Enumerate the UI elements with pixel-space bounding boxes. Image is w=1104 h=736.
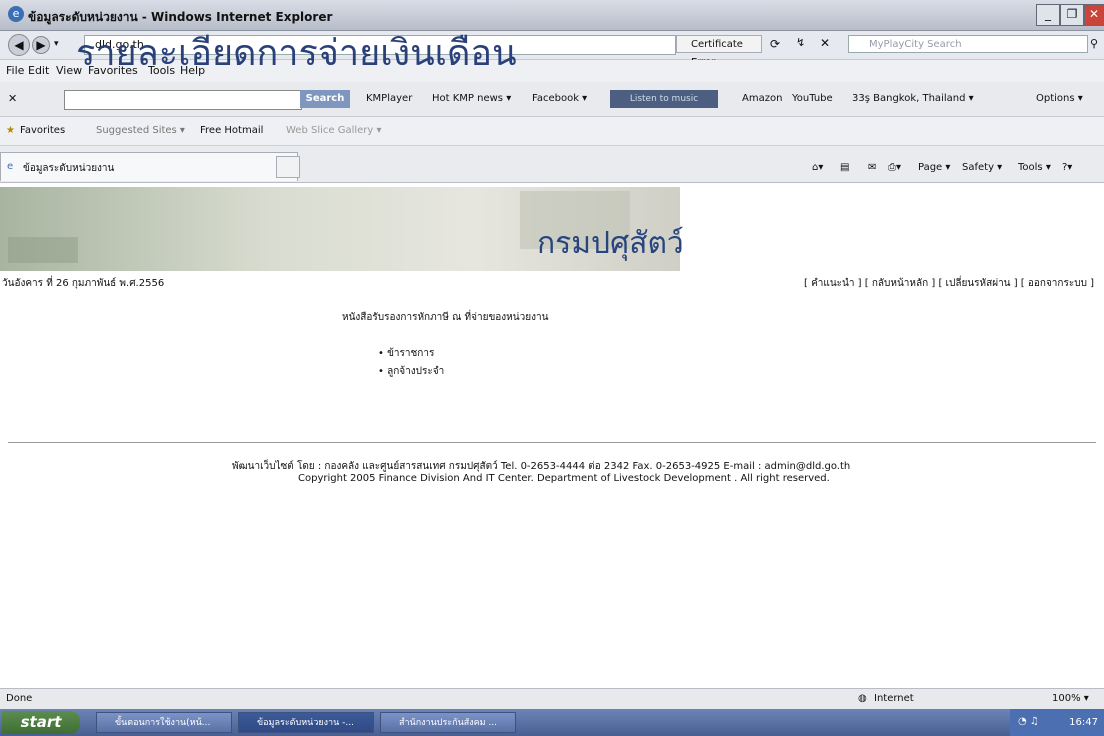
back-button[interactable]: ◀ <box>8 34 30 56</box>
link-logout[interactable]: [ ออกจากระบบ ] <box>1021 278 1094 289</box>
chevron-down-icon[interactable]: ▾ <box>54 39 59 49</box>
suggested-sites-link[interactable]: Suggested Sites ▾ <box>96 125 185 136</box>
mail-icon[interactable]: ✉ <box>868 162 876 173</box>
amazon-link[interactable]: Amazon <box>742 93 782 104</box>
banner-title: รายละเอียดการจ่ายเงินเดือน <box>76 33 517 74</box>
taskbar-item[interactable]: ขั้นตอนการใช้งาน(หน้... <box>96 712 232 733</box>
print-icon[interactable]: ⎙▾ <box>888 162 901 173</box>
toolbar-search-button[interactable]: Search <box>300 90 350 108</box>
web-slice-gallery-link[interactable]: Web Slice Gallery ▾ <box>286 125 382 136</box>
ie-logo-icon: e <box>8 6 24 22</box>
page-icon: e <box>7 161 14 172</box>
taskbar-item[interactable]: สำนักงานประกันสังคม ... <box>380 712 516 733</box>
tab-label: ข้อมูลระดับหน่วยงาน <box>23 163 115 174</box>
menu-list: • ข้าราชการ • ลูกจ้างประจำ <box>378 346 444 382</box>
section-heading: หนังสือรับรองการหักภาษี ณ ที่จ่ายของหน่ว… <box>342 312 549 323</box>
help-icon[interactable]: ?▾ <box>1062 162 1072 173</box>
search-input[interactable]: MyPlayCity Search <box>848 35 1088 53</box>
list-item-permanent-employee[interactable]: ลูกจ้างประจำ <box>387 366 444 377</box>
status-bar: Done ◍ Internet 100% ▾ <box>0 688 1104 709</box>
taskbar: start ขั้นตอนการใช้งาน(หน้... ข้อมูลระดั… <box>0 709 1104 736</box>
close-button[interactable]: ✕ <box>1084 4 1104 26</box>
system-tray: ◔ ♫ 16:47 <box>1010 709 1104 736</box>
minimize-button[interactable]: _ <box>1036 4 1060 26</box>
footer-contact: พัฒนาเว็บไซต์ โดย : กองคลัง และศูนย์สารส… <box>232 461 851 472</box>
list-item-civil-servant[interactable]: ข้าราชการ <box>387 348 434 359</box>
search-icon[interactable]: ⚲ <box>1090 37 1098 50</box>
youtube-link[interactable]: YouTube <box>792 93 833 104</box>
safety-menu[interactable]: Safety ▾ <box>962 162 1002 173</box>
zoom-control[interactable]: 100% ▾ <box>1052 693 1089 704</box>
listen-music-button[interactable]: Listen to music <box>610 90 718 108</box>
favorites-bar: ★ Favorites Suggested Sites ▾ Free Hotma… <box>0 117 1104 146</box>
home-icon[interactable]: ⌂▾ <box>812 162 823 173</box>
link-change-password[interactable]: [ เปลี่ยนรหัสผ่าน ] <box>938 278 1017 289</box>
menu-edit[interactable]: Edit <box>28 64 49 77</box>
toolbar-search-input[interactable] <box>64 90 302 110</box>
current-date: วันอังคาร ที่ 26 กุมภาพันธ์ พ.ศ.2556 <box>2 278 165 289</box>
tab-bar: e ข้อมูลระดับหน่วยงาน ⌂▾ ▤ ✉ ⎙▾ Page ▾ S… <box>0 146 1104 183</box>
globe-icon: ◍ <box>858 693 867 704</box>
list-item[interactable]: • ข้าราชการ <box>378 346 444 361</box>
footer-divider <box>8 442 1096 443</box>
zone-text: Internet <box>874 693 914 704</box>
link-home[interactable]: [ กลับหน้าหลัก ] <box>865 278 936 289</box>
close-toolbar-icon[interactable]: ✕ <box>8 92 17 105</box>
refresh-icon[interactable]: ⟳ <box>770 37 780 51</box>
clock: 16:47 <box>1069 717 1098 728</box>
page-menu[interactable]: Page ▾ <box>918 162 950 173</box>
feeds-icon[interactable]: ▤ <box>840 162 849 173</box>
certificate-error-button[interactable]: Certificate Error <box>676 35 762 68</box>
star-icon: ★ <box>6 125 15 136</box>
list-item[interactable]: • ลูกจ้างประจำ <box>378 364 444 379</box>
menu-file[interactable]: File <box>6 64 24 77</box>
taskbar-item-active[interactable]: ข้อมูลระดับหน่วยงาน -... <box>238 712 374 733</box>
compat-icon[interactable]: ↯ <box>796 36 805 49</box>
banner-decoration <box>8 237 78 263</box>
banner-department: กรมปศุสัตว์ <box>537 226 684 261</box>
tab-current[interactable]: e ข้อมูลระดับหน่วยงาน <box>0 152 298 181</box>
tray-icons[interactable]: ◔ ♫ <box>1018 716 1039 727</box>
start-button[interactable]: start <box>2 711 80 734</box>
new-tab-button[interactable] <box>276 156 300 178</box>
top-links: [ คำแนะนำ ] [ กลับหน้าหลัก ] [ เปลี่ยนรห… <box>804 276 1094 291</box>
restore-button[interactable]: ❐ <box>1060 4 1084 26</box>
forward-button[interactable]: ▶ <box>32 36 50 54</box>
tools-menu[interactable]: Tools ▾ <box>1018 162 1051 173</box>
free-hotmail-link[interactable]: Free Hotmail <box>200 125 263 136</box>
footer-copyright: Copyright 2005 Finance Division And IT C… <box>298 473 830 484</box>
date-bar: วันอังคาร ที่ 26 กุมภาพันธ์ พ.ศ.2556 [ ค… <box>0 274 1104 290</box>
facebook-link[interactable]: Facebook ▾ <box>532 93 587 104</box>
kmp-news-link[interactable]: Hot KMP news ▾ <box>432 93 511 104</box>
options-button[interactable]: Options ▾ <box>1036 93 1083 104</box>
kmplayer-link[interactable]: KMPlayer <box>366 93 412 104</box>
link-guide[interactable]: [ คำแนะนำ ] <box>804 278 862 289</box>
status-text: Done <box>6 693 33 704</box>
favorites-button[interactable]: Favorites <box>20 125 65 136</box>
stop-icon[interactable]: ✕ <box>820 36 830 50</box>
weather-link[interactable]: 33ş Bangkok, Thailand ▾ <box>852 93 974 104</box>
toolbar: ✕ Search KMPlayer Hot KMP news ▾ Faceboo… <box>0 82 1104 117</box>
